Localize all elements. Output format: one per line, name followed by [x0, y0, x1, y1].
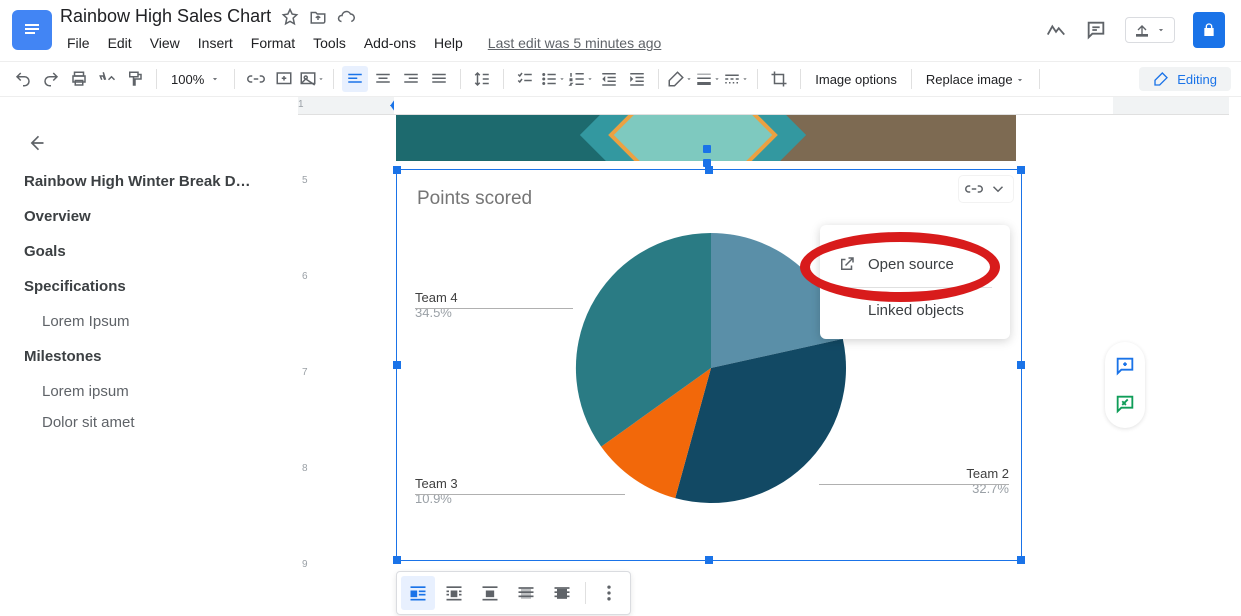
document-outline: Rainbow High Winter Break D… Overview Go…: [0, 115, 298, 601]
menu-format[interactable]: Format: [244, 33, 302, 53]
doc-title[interactable]: Rainbow High Sales Chart: [60, 6, 271, 27]
menu-tools[interactable]: Tools: [306, 33, 353, 53]
outline-item[interactable]: Specifications: [24, 278, 274, 295]
align-right-button[interactable]: [398, 66, 424, 92]
redo-button[interactable]: [38, 66, 64, 92]
menu-edit[interactable]: Edit: [101, 33, 139, 53]
outline-item[interactable]: Goals: [24, 243, 274, 260]
cloud-icon[interactable]: [337, 8, 355, 26]
outline-item[interactable]: Milestones: [24, 348, 274, 365]
suggest-edit-side-button[interactable]: [1109, 388, 1141, 420]
menu-view[interactable]: View: [143, 33, 187, 53]
toolbar: 100% Image options Replace image Editing: [0, 61, 1241, 97]
outline-item[interactable]: Overview: [24, 208, 274, 225]
decrease-indent-button[interactable]: [596, 66, 622, 92]
align-justify-button[interactable]: [426, 66, 452, 92]
increase-indent-button[interactable]: [624, 66, 650, 92]
selection-handle-icon[interactable]: [705, 556, 713, 564]
editing-mode-button[interactable]: Editing: [1139, 67, 1231, 91]
selection-handle-icon[interactable]: [1017, 361, 1025, 369]
outline-item[interactable]: Lorem ipsum: [42, 383, 274, 400]
vertical-ruler[interactable]: 5 6 7 8 9: [298, 115, 322, 601]
star-icon[interactable]: [281, 8, 299, 26]
crop-button[interactable]: [766, 66, 792, 92]
image-options-button[interactable]: Image options: [809, 72, 903, 87]
behind-text-button[interactable]: [509, 576, 543, 610]
image-position-toolbar: [396, 571, 631, 615]
present-button[interactable]: [1125, 17, 1175, 43]
wrap-inline-button[interactable]: [401, 576, 435, 610]
add-comment-side-button[interactable]: [1109, 350, 1141, 382]
zoom-selector[interactable]: 100%: [165, 72, 226, 87]
replace-image-button[interactable]: Replace image: [920, 72, 1031, 87]
selection-handle-icon[interactable]: [393, 361, 401, 369]
editing-label: Editing: [1177, 72, 1217, 87]
image-more-button[interactable]: [592, 576, 626, 610]
move-icon[interactable]: [309, 8, 327, 26]
selection-handle-icon[interactable]: [393, 166, 401, 174]
activity-icon[interactable]: [1045, 19, 1067, 41]
dropdown-label: Open source: [868, 256, 954, 273]
outline-item[interactable]: Dolor sit amet: [42, 414, 274, 431]
border-color-button[interactable]: [667, 66, 693, 92]
chart-title: Points scored: [417, 188, 532, 210]
zoom-value: 100%: [171, 72, 204, 87]
break-text-button[interactable]: [473, 576, 507, 610]
insert-link-button[interactable]: [243, 66, 269, 92]
outline-item[interactable]: Lorem Ipsum: [42, 313, 274, 330]
menu-addons[interactable]: Add-ons: [357, 33, 423, 53]
docs-app-icon[interactable]: [12, 10, 52, 50]
indent-marker-first[interactable]: [390, 105, 400, 112]
side-action-panel: [1105, 342, 1145, 428]
bulleted-list-button[interactable]: [540, 66, 566, 92]
undo-button[interactable]: [10, 66, 36, 92]
paint-format-button[interactable]: [122, 66, 148, 92]
comments-icon[interactable]: [1085, 19, 1107, 41]
linked-chart-menu-button[interactable]: [989, 180, 1007, 198]
print-button[interactable]: [66, 66, 92, 92]
horizontal-ruler[interactable]: 1 2 3 4 5 6 7: [298, 97, 1229, 115]
selection-handle-icon[interactable]: [703, 145, 711, 153]
linked-chart-controls: [959, 176, 1013, 202]
align-left-button[interactable]: [342, 66, 368, 92]
dropdown-open-source[interactable]: Open source: [820, 245, 1010, 283]
document-page[interactable]: Points scored Team 4 3: [322, 115, 1241, 601]
last-edit-link[interactable]: Last edit was 5 minutes ago: [488, 35, 662, 51]
insert-image-button[interactable]: [299, 66, 325, 92]
wrap-text-button[interactable]: [437, 576, 471, 610]
border-weight-button[interactable]: [695, 66, 721, 92]
linked-chart-link-icon[interactable]: [965, 180, 983, 198]
pie-chart: [561, 218, 861, 518]
outline-item[interactable]: Rainbow High Winter Break D…: [24, 173, 274, 190]
open-external-icon: [838, 255, 856, 273]
numbered-list-button[interactable]: [568, 66, 594, 92]
align-center-button[interactable]: [370, 66, 396, 92]
share-button[interactable]: [1193, 12, 1225, 48]
slice-label: Team 4: [415, 290, 458, 305]
indent-marker-right[interactable]: [1016, 99, 1026, 106]
selection-handle-icon[interactable]: [1017, 556, 1025, 564]
selection-handle-icon[interactable]: [393, 556, 401, 564]
dropdown-label: Linked objects: [868, 302, 964, 319]
indent-marker-left[interactable]: [390, 99, 400, 106]
menu-file[interactable]: File: [60, 33, 97, 53]
selection-handle-icon[interactable]: [705, 166, 713, 174]
border-dash-button[interactable]: [723, 66, 749, 92]
infront-text-button[interactable]: [545, 576, 579, 610]
add-comment-button[interactable]: [271, 66, 297, 92]
outline-collapse-button[interactable]: [24, 131, 48, 155]
dropdown-linked-objects[interactable]: Linked objects: [820, 292, 1010, 329]
menu-help[interactable]: Help: [427, 33, 470, 53]
slice-label: Team 2: [966, 466, 1009, 481]
checklist-button[interactable]: [512, 66, 538, 92]
slice-label: Team 3: [415, 476, 458, 491]
menu-insert[interactable]: Insert: [191, 33, 240, 53]
linked-chart-dropdown: Open source Linked objects: [820, 225, 1010, 339]
line-spacing-button[interactable]: [469, 66, 495, 92]
spellcheck-button[interactable]: [94, 66, 120, 92]
header-image[interactable]: [396, 115, 1016, 161]
selection-handle-icon[interactable]: [1017, 166, 1025, 174]
